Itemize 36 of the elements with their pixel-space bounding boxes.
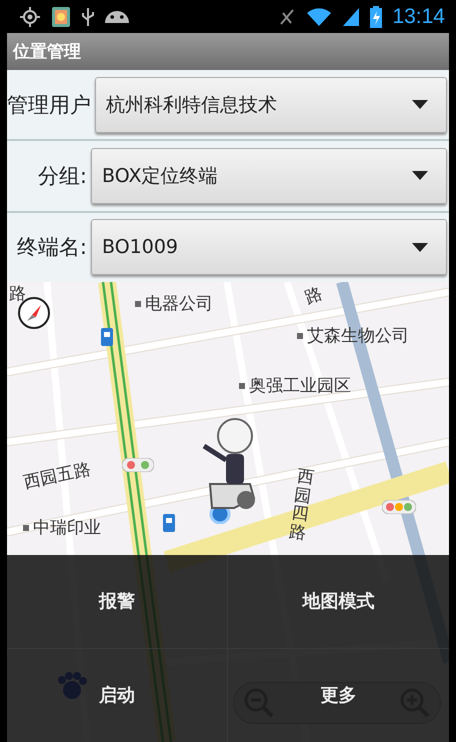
field-label: 分组: [36,162,87,190]
traffic-light-icon [382,500,416,514]
menu-item[interactable]: 地图模式 [228,555,449,648]
android-icon [105,10,129,22]
road-label: 路 [9,283,26,305]
caret-icon [412,242,428,252]
map[interactable]: 路 电器公司 路 艾森生物公司 奥强工业园区 西园五路 中瑞印业 西园四路 报警 地图模式 启动 更多 [7,282,449,742]
app-icon [51,6,71,28]
menu-item[interactable]: 报警 [7,555,228,648]
place-label: 奥强工业园区 [239,374,351,397]
dropdown[interactable]: BO1009 [91,219,447,276]
menu-item[interactable]: 更多 [228,648,449,742]
place-label: 中瑞印业 [23,516,101,539]
place-label: 艾森生物公司 [297,324,409,347]
field-label: 管理用户 [7,92,91,119]
road-label: 路 [302,282,326,310]
traffic-light-icon [122,458,154,472]
signal-icon [342,6,360,26]
battery-icon [370,6,382,28]
field-label: 终端名: [16,234,87,262]
caret-icon [412,171,428,180]
caret-icon [412,100,428,110]
menu-item[interactable]: 启动 [7,648,228,742]
bus-stop-icon [163,514,175,532]
mute-icon [278,6,296,26]
place-label: 电器公司 [135,292,213,315]
dropdown[interactable]: BOX定位终端 [91,148,447,204]
wifi-icon [306,6,332,26]
road-label: 西园五路 [21,458,93,494]
bus-stop-icon [101,328,113,346]
dropdown[interactable]: 杭州科利特信息技术 [95,76,447,133]
road-label: 西园四路 [288,467,316,544]
usb-icon [81,6,95,28]
clock-text: 13:14 [392,4,445,28]
window-title: 位置管理 [13,41,81,63]
gps-icon [19,6,41,28]
